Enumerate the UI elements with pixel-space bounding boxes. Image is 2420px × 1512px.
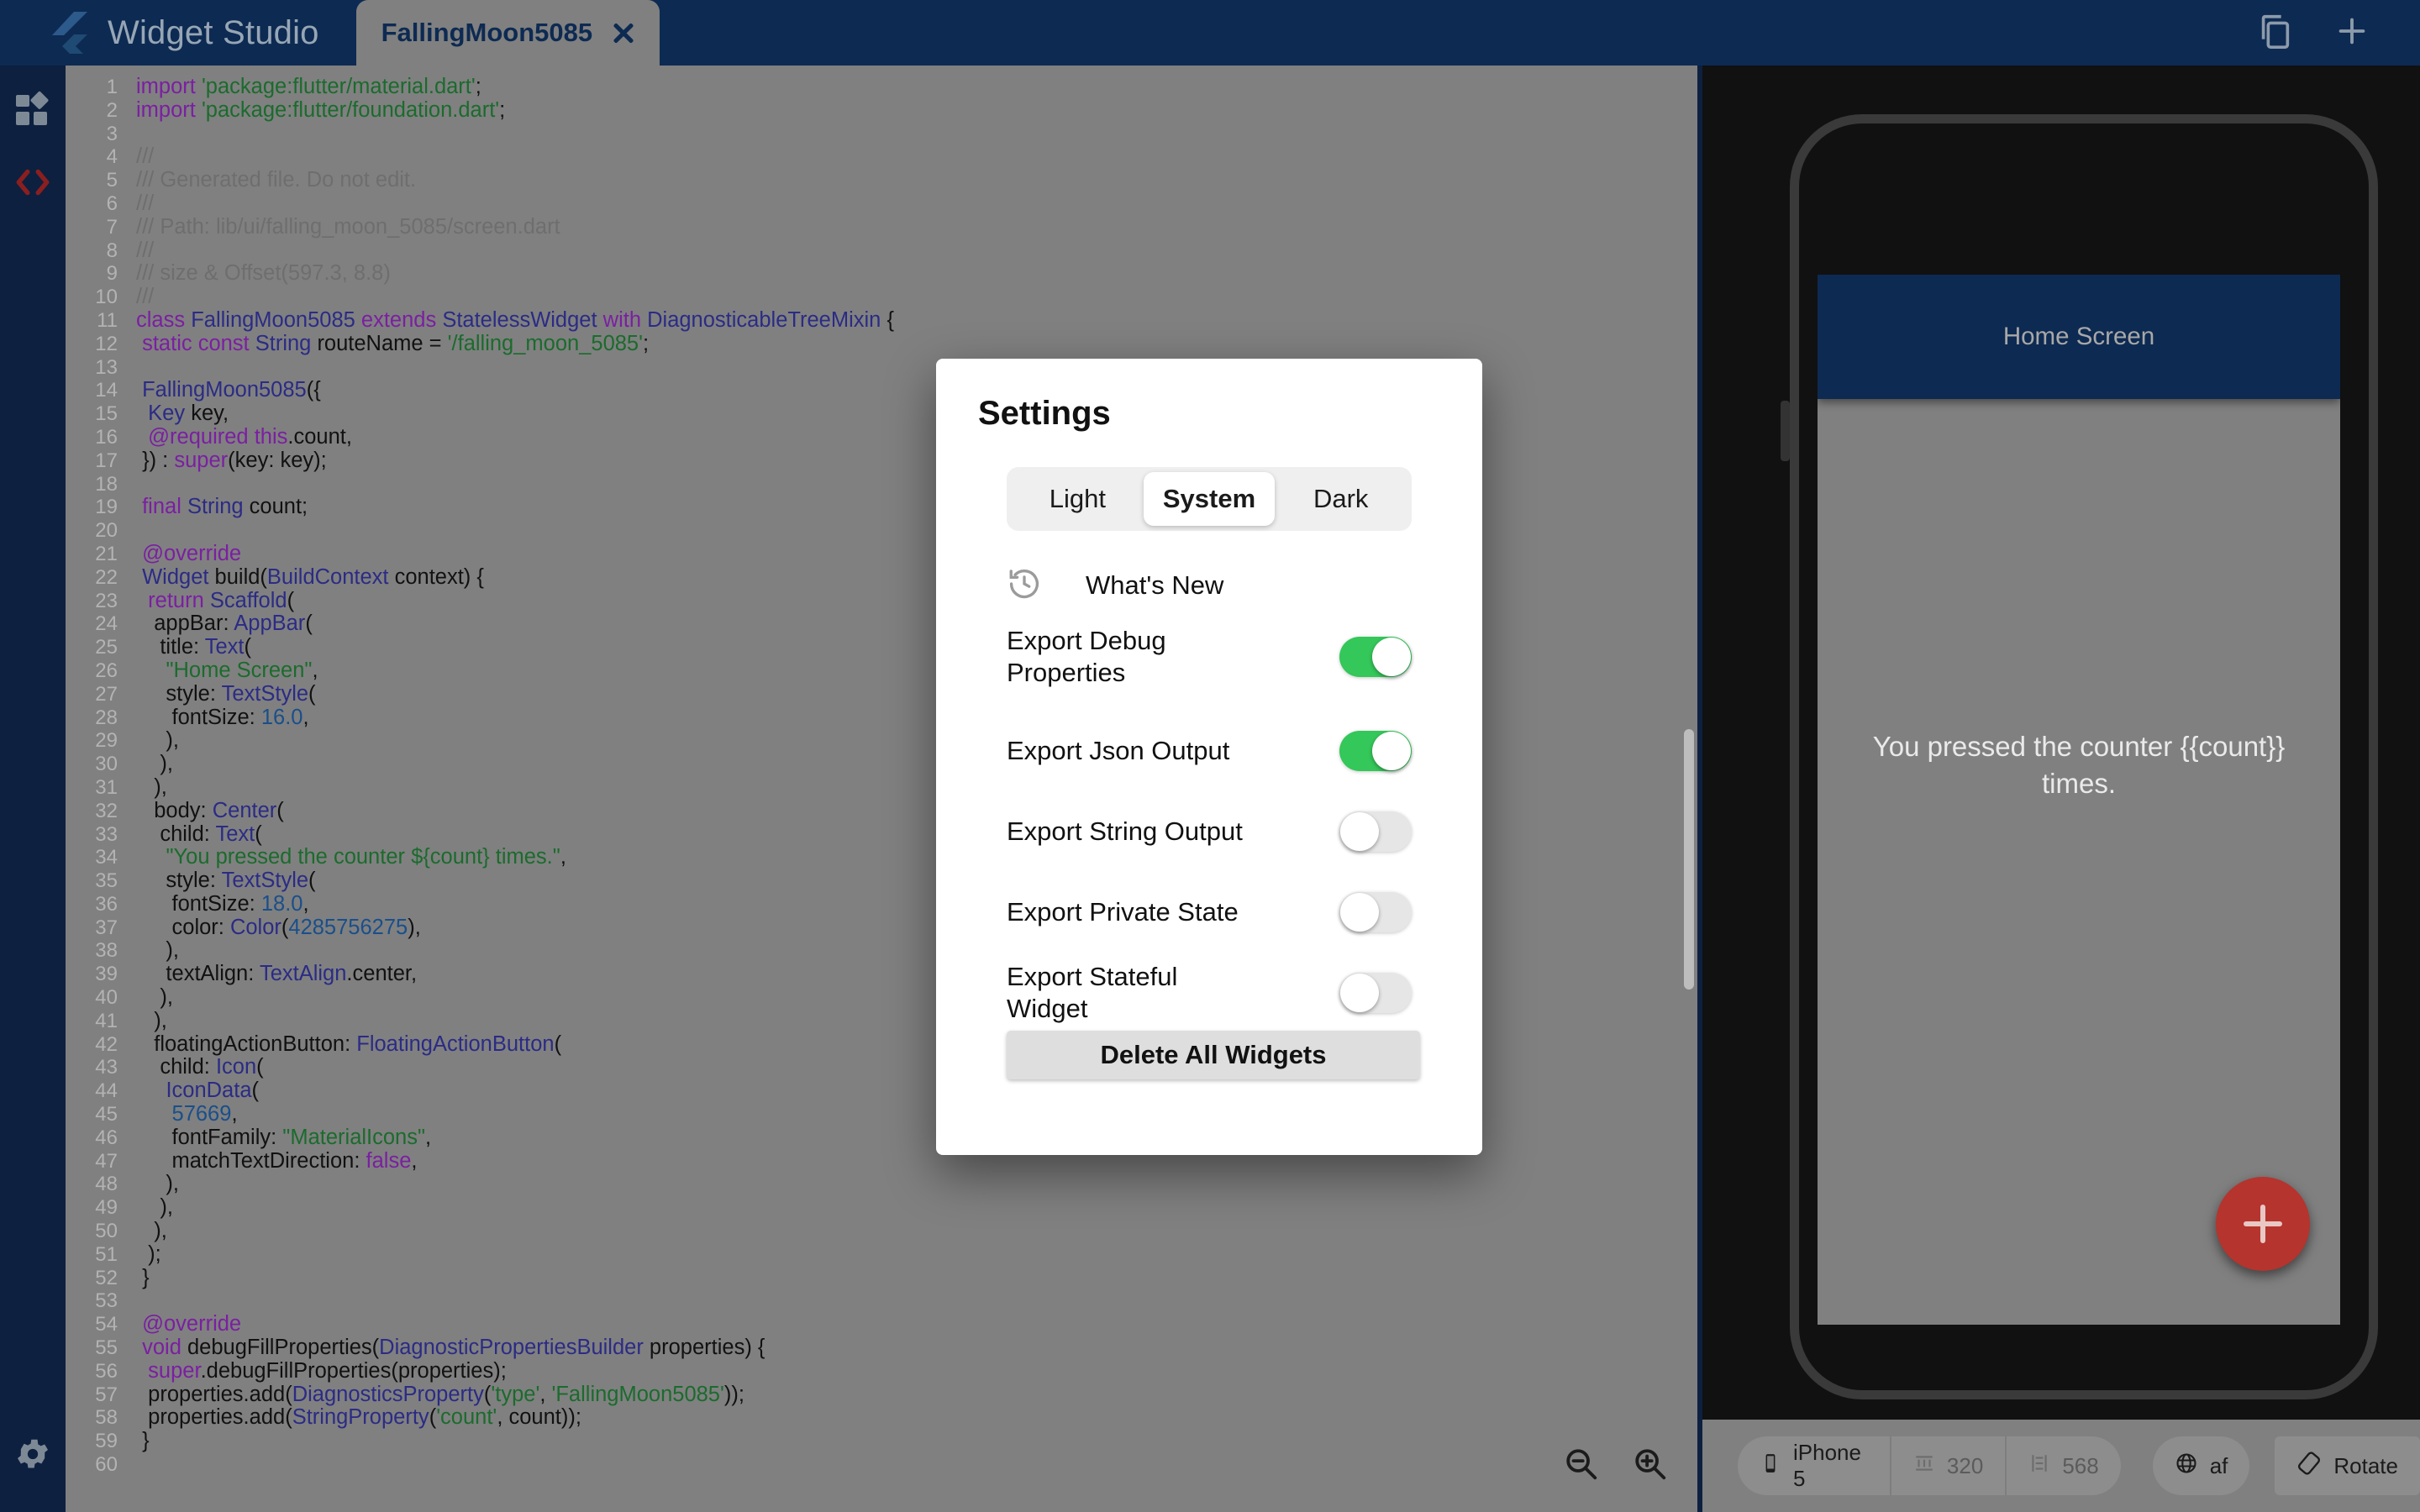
setting-row-export-debug-properties[interactable]: Export Debug Properties (1007, 626, 1412, 688)
delete-all-widgets-button[interactable]: Delete All Widgets (1007, 1031, 1420, 1079)
setting-label: Export Debug Properties (1007, 626, 1166, 687)
setting-label: Export Private State (1007, 897, 1239, 927)
setting-row-export-string-output[interactable]: Export String Output (1007, 801, 1412, 863)
toggle-export-json-output[interactable] (1339, 731, 1412, 771)
dialog-title: Settings (978, 395, 1111, 432)
history-restore-icon (1007, 566, 1042, 606)
toggle-export-stateful-widget[interactable] (1339, 973, 1412, 1013)
toggle-export-debug-properties[interactable] (1339, 637, 1412, 677)
toggle-export-string-output[interactable] (1339, 811, 1412, 852)
setting-label: Export Stateful Widget (1007, 962, 1178, 1023)
whats-new-row[interactable]: What's New (1007, 560, 1412, 611)
setting-label: Export String Output (1007, 816, 1243, 846)
app-window: Widget Studio FallingMoon5085 1 import '… (0, 0, 2420, 1512)
settings-dialog: Settings Light System Dark What's New Ex… (936, 359, 1482, 1155)
whats-new-label: What's New (1086, 570, 1224, 600)
toggle-export-private-state[interactable] (1339, 892, 1412, 932)
setting-row-export-json-output[interactable]: Export Json Output (1007, 720, 1412, 782)
theme-segmented-control: Light System Dark (1007, 467, 1412, 531)
theme-option-system[interactable]: System (1143, 472, 1276, 526)
setting-row-export-stateful-widget[interactable]: Export Stateful Widget (1007, 962, 1412, 1024)
setting-row-export-private-state[interactable]: Export Private State (1007, 881, 1412, 943)
theme-option-dark[interactable]: Dark (1275, 472, 1407, 526)
theme-option-light[interactable]: Light (1012, 472, 1144, 526)
setting-label: Export Json Output (1007, 736, 1230, 765)
